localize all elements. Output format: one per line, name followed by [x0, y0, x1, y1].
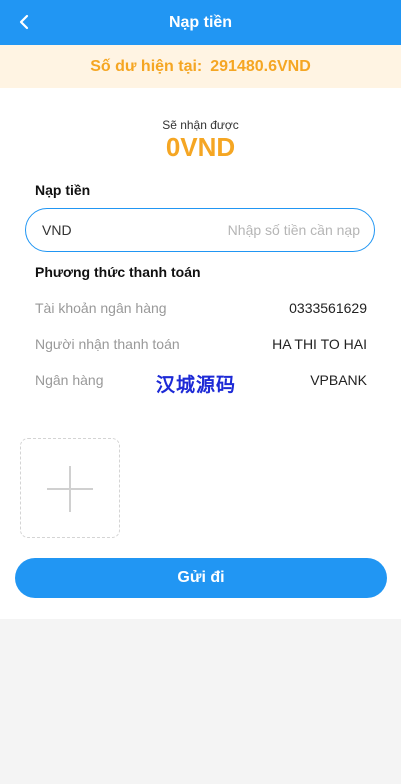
info-row-bank-account: Tài khoản ngân hàng 0333561629 — [35, 300, 367, 320]
watermark-text: 汉城源码 — [156, 375, 237, 396]
payment-section-title: Phương thức thanh toán — [35, 264, 201, 280]
receive-amount: 0VND — [165, 132, 236, 162]
balance-label: Số dư hiện tại: — [90, 58, 203, 75]
deposit-screen: Nạp tiền Số dư hiện tại: 291480.6VND Sẽ n… — [0, 0, 401, 784]
receive-label: Sẽ nhận được — [162, 118, 239, 132]
balance-value: 291480.6VND — [210, 58, 311, 75]
info-value: HA THI TO HAI — [272, 336, 367, 352]
upload-image-button[interactable] — [20, 438, 120, 538]
currency-label: VND — [42, 222, 72, 238]
info-label: Người nhận thanh toán — [35, 336, 180, 352]
info-label: Ngân hàng — [35, 372, 104, 388]
amount-field[interactable]: VND — [25, 208, 375, 252]
submit-button[interactable]: Gửi đi — [15, 558, 387, 598]
info-label: Tài khoản ngân hàng — [35, 300, 167, 316]
deposit-section-title: Nạp tiền — [35, 182, 91, 198]
info-value: VPBANK — [310, 372, 367, 388]
deposit-card: Sẽ nhận được 0VND Nạp tiền VND Phương th… — [0, 88, 401, 619]
balance-bar: Số dư hiện tại: 291480.6VND — [0, 45, 401, 88]
amount-input[interactable] — [160, 209, 360, 251]
info-row-recipient: Người nhận thanh toán HA THI TO HAI — [35, 336, 367, 356]
info-value: 0333561629 — [289, 300, 367, 316]
page-title: Nạp tiền — [168, 14, 233, 31]
header-bar: Nạp tiền — [0, 0, 401, 45]
